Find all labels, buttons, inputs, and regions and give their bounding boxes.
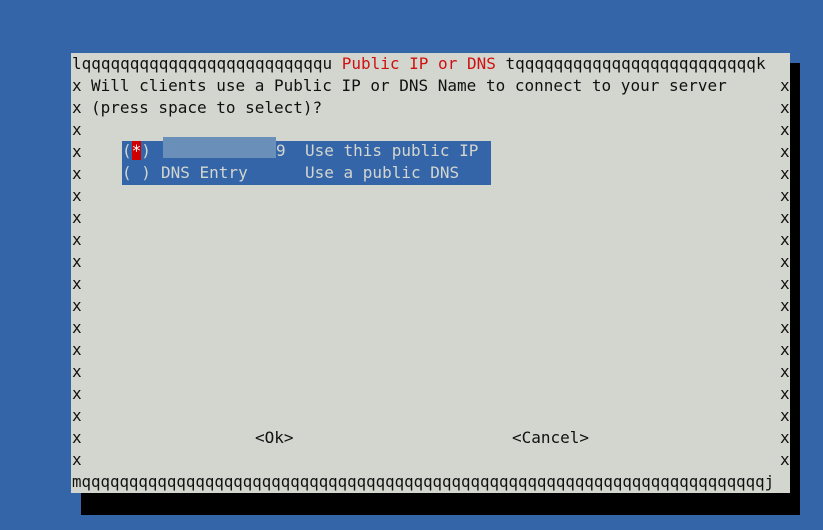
border-bottom-line: mqqqqqqqqqqqqqqqqqqqqqqqqqqqqqqqqqqqqqqq…	[72, 472, 775, 491]
border-right-char: x	[780, 252, 790, 271]
radio-open: (	[122, 163, 132, 182]
border-left-char: x	[72, 340, 82, 359]
border-left-char: x	[72, 120, 82, 139]
border-right-char: x	[780, 450, 790, 469]
border-left-char: x	[72, 208, 82, 227]
option-label: DNS Entry	[161, 163, 248, 182]
border-left-char: x	[72, 186, 82, 205]
border-right-char: x	[780, 142, 790, 161]
border-left-char: x	[72, 274, 82, 293]
radio-selected-mark[interactable]: *	[131, 141, 142, 160]
border-left-char: x	[72, 406, 82, 425]
border-right-segment: tqqqqqqqqqqqqqqqqqqqqqqqqqk	[505, 54, 766, 73]
redacted-ip-address	[163, 137, 276, 158]
border-right-char: x	[780, 230, 790, 249]
dialog-title: Public IP or DNS	[332, 54, 506, 73]
border-left-char: x	[72, 230, 82, 249]
cancel-button[interactable]: <Cancel>	[512, 427, 589, 449]
border-right-char: x	[780, 296, 790, 315]
border-right-char: x	[780, 384, 790, 403]
prompt-line-2: (press space to select)?	[91, 98, 323, 117]
option-description: Use this public IP	[305, 141, 479, 160]
ok-button[interactable]: <Ok>	[255, 427, 294, 449]
border-left-char: x	[72, 76, 82, 95]
border-right-char: x	[780, 76, 790, 95]
border-right-char: x	[780, 318, 790, 337]
border-right-char: x	[780, 208, 790, 227]
border-left-char: x	[72, 252, 82, 271]
border-left-char: x	[72, 384, 82, 403]
border-right-char: x	[780, 98, 790, 117]
radio-close: )	[141, 141, 151, 160]
radio-open: (	[122, 141, 132, 160]
border-left-char: x	[72, 362, 82, 381]
border-left-char: x	[72, 142, 82, 161]
border-right-char: x	[780, 362, 790, 381]
radio-close: )	[141, 163, 151, 182]
border-right-char: x	[780, 274, 790, 293]
border-left-char: x	[72, 296, 82, 315]
border-left-char: x	[72, 164, 82, 183]
border-left-segment: lqqqqqqqqqqqqqqqqqqqqqqqqqu	[72, 54, 333, 73]
dialog-top-border: lqqqqqqqqqqqqqqqqqqqqqqqqqu Public IP or…	[72, 53, 766, 75]
border-right-char: x	[780, 120, 790, 139]
public-ip-or-dns-dialog: lqqqqqqqqqqqqqqqqqqqqqqqqqu Public IP or…	[71, 53, 790, 493]
ip-address-suffix: 9	[276, 141, 286, 160]
option-description: Use a public DNS	[305, 163, 460, 182]
border-right-char: x	[780, 428, 790, 447]
border-left-char: x	[72, 428, 82, 447]
border-right-char: x	[780, 340, 790, 359]
border-right-char: x	[780, 164, 790, 183]
border-right-char: x	[780, 406, 790, 425]
border-right-char: x	[780, 186, 790, 205]
border-left-char: x	[72, 98, 82, 117]
radio-mark[interactable]	[132, 163, 142, 182]
border-left-char: x	[72, 318, 82, 337]
prompt-line-1: Will clients use a Public IP or DNS Name…	[91, 76, 727, 95]
border-left-char: x	[72, 450, 82, 469]
option-dns-entry[interactable]: ( ) DNS Entry Use a public DNS	[122, 163, 491, 185]
dialog-bottom-border: mqqqqqqqqqqqqqqqqqqqqqqqqqqqqqqqqqqqqqqq…	[72, 471, 785, 493]
